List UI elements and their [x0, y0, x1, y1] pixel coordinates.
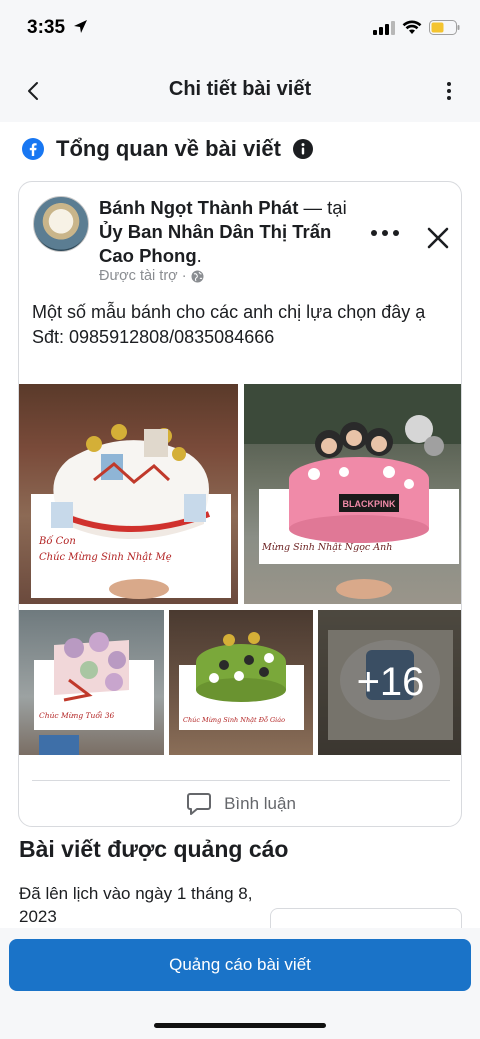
cake-message: Chúc Mừng Sinh Nhật Đỗ Giáo [183, 715, 285, 724]
comment-label: Bình luận [224, 794, 296, 813]
post-preview-card: Bánh Ngọt Thành Phát — tại Ủy Ban Nhân D… [18, 181, 462, 827]
post-text-line-1: Một số mẫu bánh cho các anh chị lựa chọn… [32, 302, 426, 322]
nav-bar: Chi tiết bài viết [0, 58, 480, 122]
cake-plaque-text: BLACKPINK [343, 499, 396, 509]
facebook-icon [22, 138, 44, 160]
post-photo-1[interactable]: Bố Con Chúc Mừng Sinh Nhật Mẹ [19, 384, 238, 604]
post-photo-3[interactable]: Chúc Mừng Tuổi 36 [19, 610, 164, 755]
cake-image: BLACKPINK Mừng Sinh Nhật Ngọc Anh [244, 384, 461, 599]
overview-title: Tổng quan về bài viết [56, 136, 281, 161]
comment-button[interactable]: Bình luận [19, 790, 461, 818]
promote-post-button[interactable]: Quảng cáo bài viết [9, 939, 471, 991]
overview-header: Tổng quan về bài viết [22, 136, 313, 162]
post-text-line-2: Sđt: 0985912808/0835084666 [32, 327, 275, 347]
page-name[interactable]: Bánh Ngọt Thành Phát [99, 197, 298, 218]
location-suffix: . [196, 245, 202, 266]
post-header-text: Bánh Ngọt Thành Phát — tại Ủy Ban Nhân D… [99, 196, 369, 268]
close-icon[interactable] [426, 226, 450, 250]
more-photos-count: +16 [318, 610, 461, 755]
cake-image: Bố Con Chúc Mừng Sinh Nhật Mẹ [31, 424, 231, 599]
clock-text: 3:35 [27, 17, 66, 38]
sponsored-text: Được tài trợ · [99, 268, 187, 284]
globe-icon [191, 270, 204, 282]
location-name[interactable]: Ủy Ban Nhân Dân Thị Trấn Cao Phong [99, 221, 331, 266]
sponsored-label: Được tài trợ · [99, 268, 204, 284]
post-photo-5-more[interactable]: +16 [318, 610, 461, 755]
post-body: Một số mẫu bánh cho các anh chị lựa chọn… [32, 300, 452, 350]
info-icon[interactable] [292, 139, 313, 159]
page-avatar[interactable] [33, 196, 89, 252]
cake-message-1: Bố Con [38, 536, 76, 547]
cake-image: Chúc Mừng Tuổi 36 [34, 632, 154, 755]
battery-icon [429, 20, 460, 35]
wifi-icon [402, 20, 422, 34]
cake-image: Chúc Mừng Sinh Nhật Đỗ Giáo [179, 632, 304, 730]
status-bar: 3:35 [0, 0, 480, 58]
page-title: Chi tiết bài viết [168, 78, 312, 100]
post-options-button[interactable] [371, 226, 399, 240]
scheduled-date: Đã lên lịch vào ngày 1 tháng 8, 2023 [19, 884, 253, 926]
cake-message-2: Chúc Mừng Sinh Nhật Mẹ [39, 552, 172, 563]
location-prefix: — tại [298, 197, 347, 218]
status-time: 3:35 [27, 17, 88, 39]
more-options-button[interactable] [442, 78, 456, 104]
card-divider [32, 780, 450, 781]
post-photo-2[interactable]: BLACKPINK Mừng Sinh Nhật Ngọc Anh [244, 384, 461, 604]
comment-icon [187, 793, 212, 815]
cake-message: Mừng Sinh Nhật Ngọc Anh [261, 542, 392, 553]
status-icons [373, 20, 460, 35]
promoted-section-title: Bài viết được quảng cáo [19, 836, 289, 862]
post-photo-4[interactable]: Chúc Mừng Sinh Nhật Đỗ Giáo [169, 610, 313, 755]
footer-bar: Quảng cáo bài viết [0, 928, 480, 1039]
vertical-dots-icon [447, 82, 451, 100]
signal-icon [373, 20, 395, 35]
location-arrow-icon [74, 20, 88, 33]
home-indicator[interactable] [154, 1023, 326, 1028]
cake-message: Chúc Mừng Tuổi 36 [39, 711, 114, 720]
